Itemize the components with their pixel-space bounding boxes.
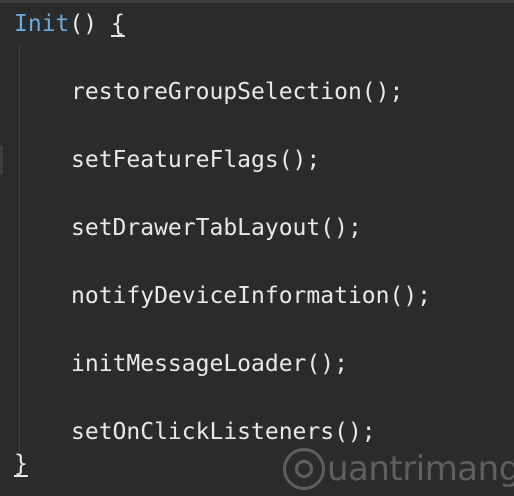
function-close[interactable]: } <box>14 449 28 479</box>
watermark-text: uantrimang <box>327 449 514 489</box>
code-line-notify-device-information[interactable]: notifyDeviceInformation(); <box>71 281 431 311</box>
function-name: Init <box>14 11 70 37</box>
close-brace: } <box>14 451 28 477</box>
gutter-marker <box>0 146 3 174</box>
open-brace: { <box>110 11 125 37</box>
code-line-set-feature-flags[interactable]: setFeatureFlags(); <box>71 145 320 175</box>
watermark: uantrimang <box>283 445 514 493</box>
editor-top-edge <box>0 0 514 3</box>
code-line-init-message-loader[interactable]: initMessageLoader(); <box>71 349 348 379</box>
code-line-set-on-click-listeners[interactable]: setOnClickListeners(); <box>71 417 376 447</box>
function-header[interactable]: Init() { <box>14 9 125 39</box>
code-editor[interactable]: Init() { restoreGroupSelection(); setFea… <box>0 0 514 496</box>
code-line-restore-group-selection[interactable]: restoreGroupSelection(); <box>71 77 403 107</box>
watermark-logo-inner <box>295 460 313 478</box>
code-line-set-drawer-tab-layout[interactable]: setDrawerTabLayout(); <box>71 213 362 243</box>
watermark-logo-icon <box>283 448 325 490</box>
indent-guide <box>19 44 20 452</box>
function-parens: () <box>69 11 98 37</box>
